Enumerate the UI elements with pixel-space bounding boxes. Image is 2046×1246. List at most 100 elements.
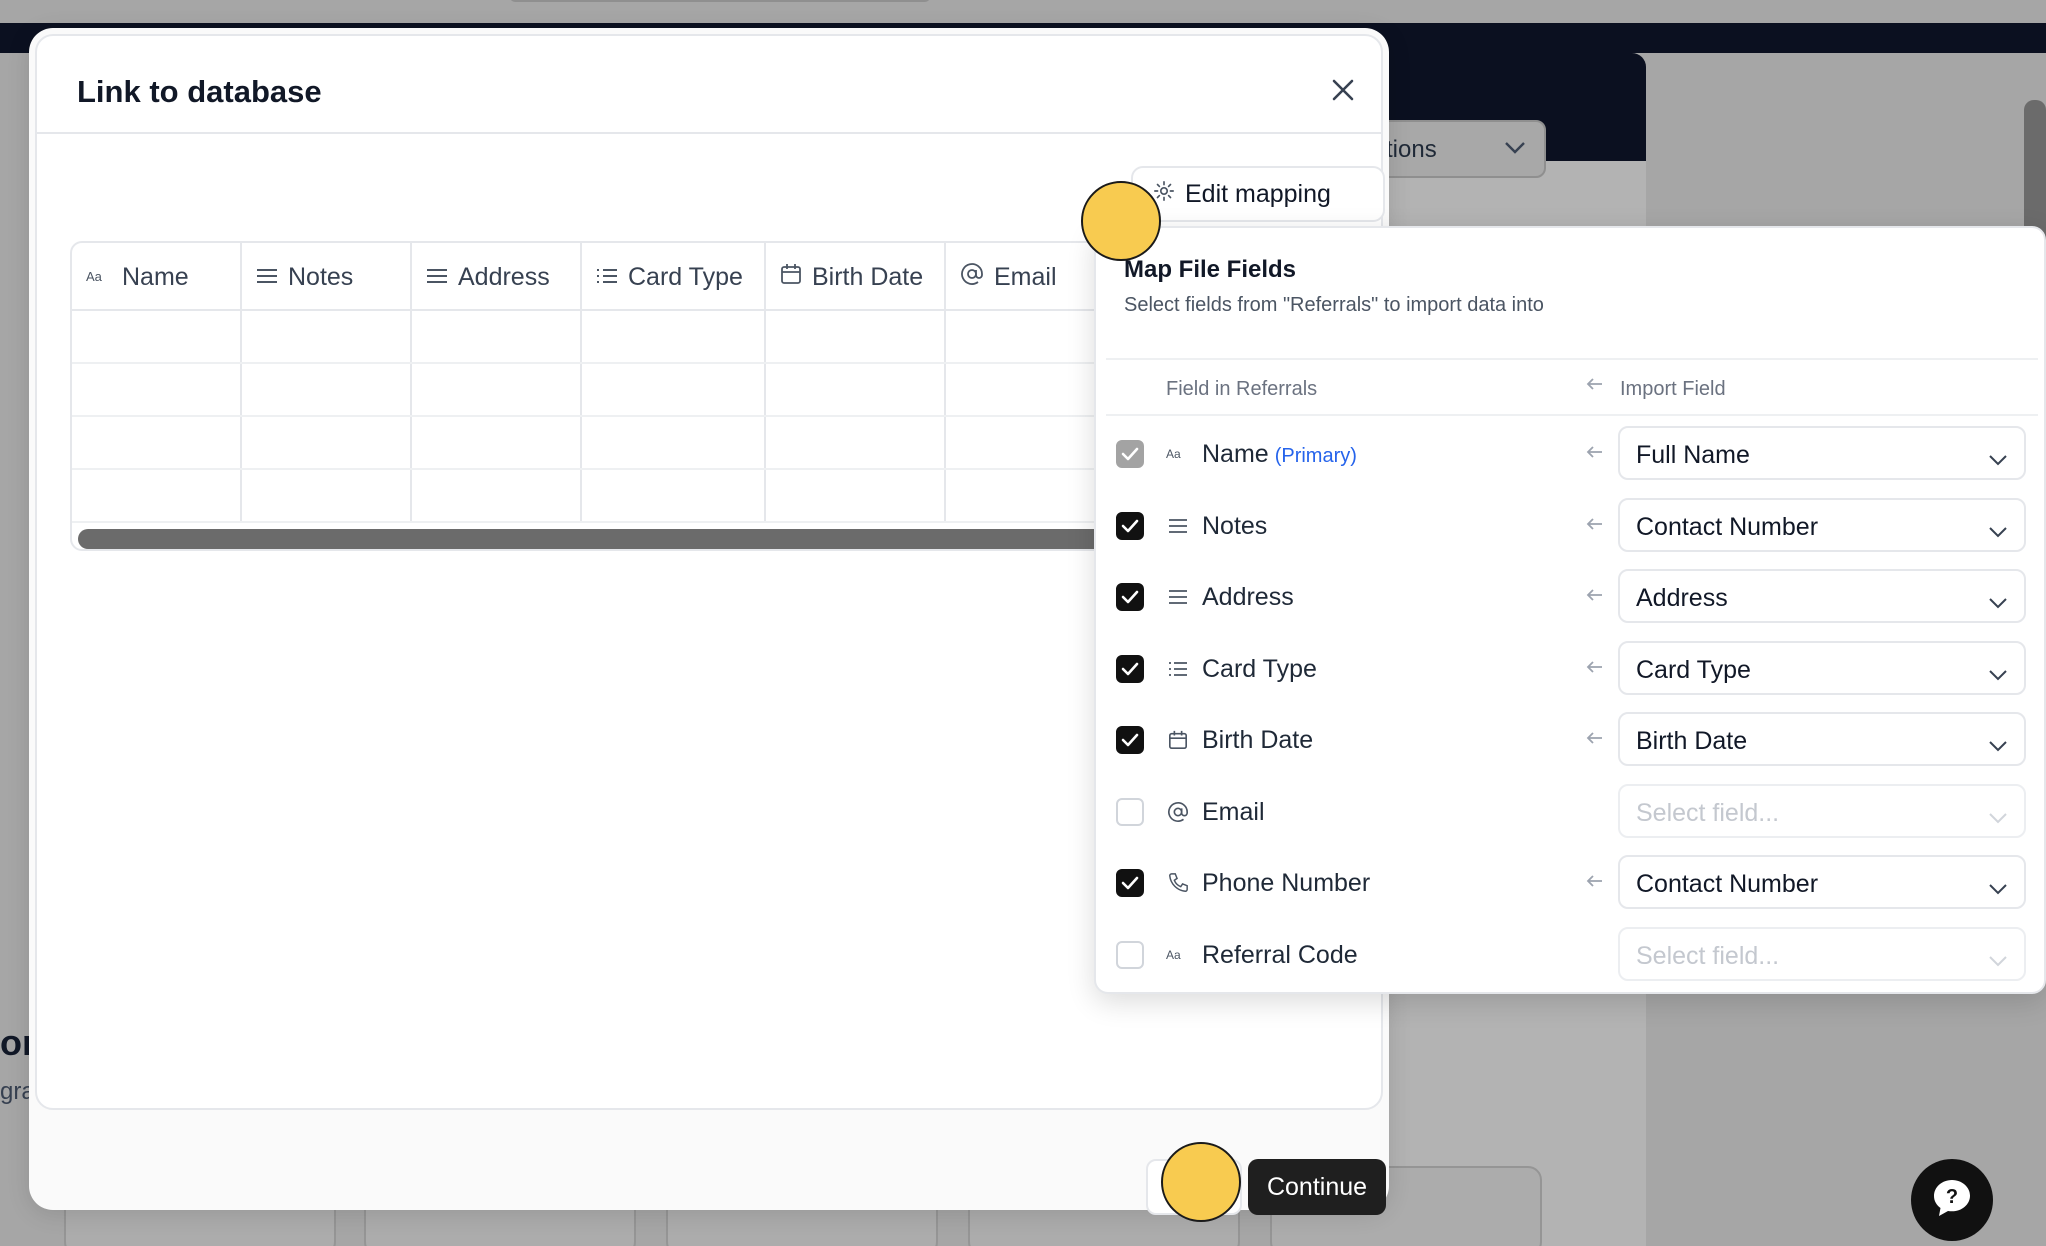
column-header-notes: Notes: [242, 243, 412, 311]
text-aa-icon: Aa: [1166, 442, 1190, 466]
arrow-left-icon: [1586, 730, 1604, 751]
mapping-row: Address Address: [1096, 569, 2046, 625]
column-header-label: Card Type: [628, 262, 743, 291]
arrow-left-icon: [1586, 516, 1604, 537]
column-header-label: Birth Date: [812, 262, 924, 291]
help-button[interactable]: ?: [1911, 1159, 1993, 1241]
field-checkbox[interactable]: [1116, 798, 1144, 826]
svg-text:Aa: Aa: [1166, 948, 1181, 962]
popover-subtitle: Select fields from "Referrals" to import…: [1124, 294, 1544, 316]
chevron-down-icon: [1988, 659, 2008, 688]
table-row: [72, 364, 1138, 417]
import-field-select[interactable]: Contact Number: [1618, 498, 2026, 552]
svg-text:Aa: Aa: [1166, 447, 1181, 461]
svg-text:Aa: Aa: [86, 269, 103, 284]
table-row: [72, 417, 1138, 470]
import-field-select[interactable]: Select field...: [1618, 927, 2026, 981]
column-header-name: Aa Name: [72, 243, 242, 311]
table-horizontal-scrollbar[interactable]: [78, 529, 1138, 549]
chevron-down-icon: [1988, 587, 2008, 616]
list-icon: [1166, 657, 1190, 681]
edit-mapping-label: Edit mapping: [1185, 179, 1331, 208]
background-options-label: tions: [1386, 136, 1437, 163]
chevron-down-icon: [1988, 945, 2008, 974]
field-checkbox[interactable]: [1116, 512, 1144, 540]
phone-icon: [1166, 871, 1190, 895]
chevron-down-icon: [1988, 802, 2008, 831]
at-icon: [960, 262, 984, 293]
text-aa-icon: Aa: [86, 263, 112, 292]
cursor-marker: [1081, 181, 1161, 261]
close-icon: [1331, 78, 1355, 107]
column-header-birth-date: Birth Date: [766, 243, 946, 311]
chevron-down-icon: [1504, 138, 1526, 161]
field-label: Card Type: [1202, 655, 1317, 683]
import-field-select[interactable]: Card Type: [1618, 641, 2026, 695]
import-field-select[interactable]: Select field...: [1618, 784, 2026, 838]
map-file-fields-popover: Map File Fields Select fields from "Refe…: [1094, 226, 2046, 994]
list-icon: [596, 263, 618, 292]
chevron-down-icon: [1988, 516, 2008, 545]
field-label: Referral Code: [1202, 941, 1358, 969]
column-header-label: Email: [994, 262, 1057, 291]
table-row: [72, 470, 1138, 523]
import-field-select[interactable]: Contact Number: [1618, 855, 2026, 909]
lines-icon: [1166, 514, 1190, 538]
header-field-in-referrals: Field in Referrals: [1166, 378, 1318, 400]
arrow-left-icon: [1586, 376, 1604, 397]
field-checkbox[interactable]: [1116, 655, 1144, 683]
column-header-card-type: Card Type: [582, 243, 766, 311]
mapping-row: Aa Referral Code Select field...: [1096, 927, 2046, 983]
mapping-row: Card Type Card Type: [1096, 641, 2046, 697]
lines-icon: [1166, 585, 1190, 609]
field-checkbox[interactable]: [1116, 583, 1144, 611]
column-header-label: Notes: [288, 262, 354, 291]
chevron-down-icon: [1988, 444, 2008, 473]
calendar-icon: [780, 263, 802, 292]
field-label: Address: [1202, 583, 1294, 611]
lines-icon: [426, 263, 448, 292]
import-field-select[interactable]: Birth Date: [1618, 712, 2026, 766]
header-import-field: Import Field: [1620, 378, 1726, 400]
mapping-row: Phone Number Contact Number: [1096, 855, 2046, 911]
field-label: Name (Primary): [1202, 440, 1357, 468]
popover-divider: [1106, 358, 2038, 360]
background-search-field: [510, 0, 930, 2]
lines-icon: [256, 263, 278, 292]
table-header: Aa Name Notes Address Card Type Birth Da…: [72, 243, 1138, 311]
close-button[interactable]: [1323, 72, 1363, 112]
table-row: [72, 311, 1138, 364]
column-header-label: Name: [122, 262, 189, 291]
arrow-left-icon: [1586, 587, 1604, 608]
column-header-label: Address: [458, 262, 550, 291]
column-header-address: Address: [412, 243, 582, 311]
modal-divider: [37, 132, 1381, 134]
text-aa-icon: Aa: [1166, 943, 1190, 967]
import-field-select[interactable]: Full Name: [1618, 426, 2026, 480]
edit-mapping-button[interactable]: Edit mapping: [1131, 166, 1385, 222]
chevron-down-icon: [1988, 873, 2008, 902]
arrow-left-icon: [1586, 444, 1604, 465]
question-chat-icon: ?: [1930, 1176, 1974, 1225]
table-body: [72, 311, 1138, 523]
field-checkbox[interactable]: [1116, 869, 1144, 897]
mapping-row: Aa Name (Primary) Full Name: [1096, 426, 2046, 482]
primary-tag: (Primary): [1274, 445, 1357, 467]
cursor-marker: [1161, 1142, 1241, 1222]
svg-text:?: ?: [1946, 1186, 1958, 1208]
mapping-row: Birth Date Birth Date: [1096, 712, 2046, 768]
popover-divider: [1106, 414, 2038, 416]
field-checkbox[interactable]: [1116, 941, 1144, 969]
arrow-left-icon: [1586, 873, 1604, 894]
field-label: Phone Number: [1202, 869, 1371, 897]
field-checkbox[interactable]: [1116, 726, 1144, 754]
continue-button[interactable]: Continue: [1248, 1159, 1386, 1215]
mapping-row: Email Select field...: [1096, 784, 2046, 840]
continue-label: Continue: [1266, 1172, 1368, 1201]
field-checkbox: [1116, 440, 1144, 468]
popover-title: Map File Fields: [1124, 256, 1297, 283]
import-field-select[interactable]: Address: [1618, 569, 2026, 623]
field-label: Birth Date: [1202, 726, 1314, 754]
modal-title: Link to database: [77, 74, 322, 109]
field-label: Notes: [1202, 512, 1268, 540]
